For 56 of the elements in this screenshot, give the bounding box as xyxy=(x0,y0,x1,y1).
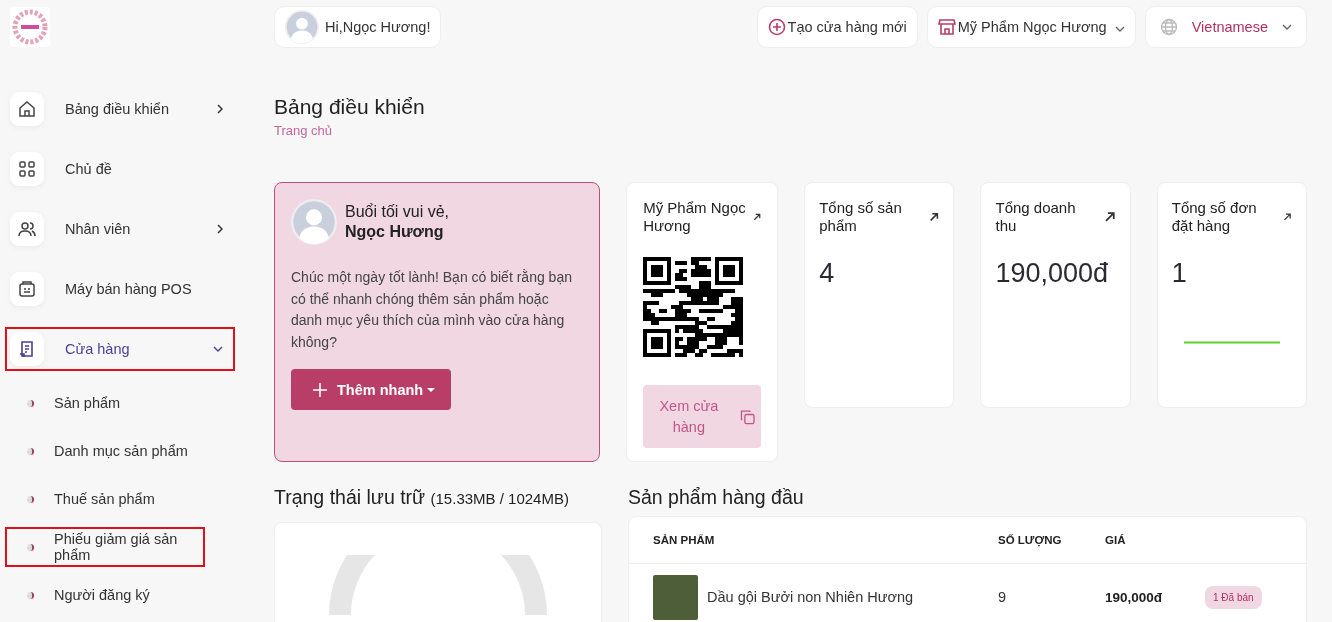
submenu-item[interactable]: Người đăng ký xyxy=(5,575,205,615)
chevron-down-icon xyxy=(213,346,223,352)
arrow-up-right-icon[interactable] xyxy=(753,211,762,223)
stat-title: Tổng số đơn đặt hàng xyxy=(1171,199,1258,235)
chevron-down-icon xyxy=(1114,26,1125,32)
plus-icon xyxy=(313,382,327,397)
submenu-item[interactable]: Danh mục sản phẩm xyxy=(5,431,205,471)
store-selector[interactable]: Mỹ Phẩm Ngọc Hương xyxy=(926,6,1136,48)
users-icon xyxy=(17,219,37,239)
store-icon xyxy=(937,18,956,36)
stat-value: 4 xyxy=(819,257,835,290)
plus-circle-icon xyxy=(767,18,786,36)
price-cell-text: 190,000đ xyxy=(1105,589,1164,605)
breadcrumb-link[interactable]: Trang chủ xyxy=(274,123,1307,138)
quick-add-button[interactable]: Thêm nhanh xyxy=(291,369,452,410)
sidebar-item[interactable]: Nhân viên xyxy=(5,207,235,251)
column-header: SỐ LƯỢNG xyxy=(998,534,1063,546)
chevron-down-icon xyxy=(1282,24,1292,30)
arrow-up-right-icon[interactable] xyxy=(1283,211,1292,223)
user-menu[interactable]: Hi,Ngọc Hương! xyxy=(274,6,442,48)
globe-icon xyxy=(1159,18,1178,36)
create-store-button[interactable]: Tạo cửa hàng mới xyxy=(756,6,918,48)
sidebar-item[interactable]: Cửa hàng xyxy=(5,327,235,371)
photo-placeholder xyxy=(653,574,698,620)
storage-title: Trạng thái lưu trữ (15.33MB / 1024MB) xyxy=(274,485,570,510)
avatar-icon xyxy=(285,10,319,44)
product-name: Dầu gội Bưởi non Nhiên Hương xyxy=(707,589,914,605)
welcome-greeting: Buổi tối vui vẻ, Ngọc Hương xyxy=(345,202,450,242)
submenu-item[interactable]: Phiếu giảm giá sản phẩm xyxy=(5,527,205,567)
chevron-right-icon xyxy=(217,224,223,234)
grid-icon xyxy=(17,159,37,179)
stat-value: 190,000đ xyxy=(995,257,1109,290)
submenu-item[interactable]: Sản phẩm xyxy=(5,383,205,423)
language-selector[interactable]: Vietnamese xyxy=(1144,6,1307,48)
top-products-title: Sản phẩm hàng đầu xyxy=(628,485,805,510)
column-header: SẢN PHẨM xyxy=(653,534,716,546)
stat-value: 1 xyxy=(1171,257,1187,290)
sidebar-item[interactable]: Bảng điều khiển xyxy=(5,87,235,131)
column-header: GIÁ xyxy=(1105,534,1127,546)
sidebar-item[interactable]: Chủ đề xyxy=(5,147,235,191)
arrow-up-right-icon[interactable] xyxy=(1104,211,1116,223)
stat-title: Tổng doanh thu xyxy=(995,199,1077,235)
page-title: Bảng điều khiển xyxy=(274,95,426,119)
arrow-up-right-icon[interactable] xyxy=(929,211,940,223)
sidebar-item[interactable]: Máy bán hàng POS xyxy=(5,267,235,311)
register-icon xyxy=(17,279,37,299)
logo-icon[interactable] xyxy=(10,7,50,47)
avatar-icon xyxy=(291,199,337,245)
quantity-cell-text: 9 xyxy=(998,589,1008,605)
submenu-item[interactable]: Thuế sản phẩm xyxy=(5,479,205,519)
welcome-message: Chúc một ngày tốt lành! Bạn có biết rằng bạn có thể nhanh chóng thêm sản phẩm hoặc danh mục yêu thích của mình vào cửa hàng không? xyxy=(291,268,573,352)
store-title: Mỹ Phẩm Ngọc Hương xyxy=(643,199,747,235)
home-icon xyxy=(17,99,37,119)
chevron-right-icon xyxy=(217,104,223,114)
sold-badge: 1 Đã bán xyxy=(1205,585,1262,609)
stat-title: Tổng số sản phẩm xyxy=(819,199,903,235)
